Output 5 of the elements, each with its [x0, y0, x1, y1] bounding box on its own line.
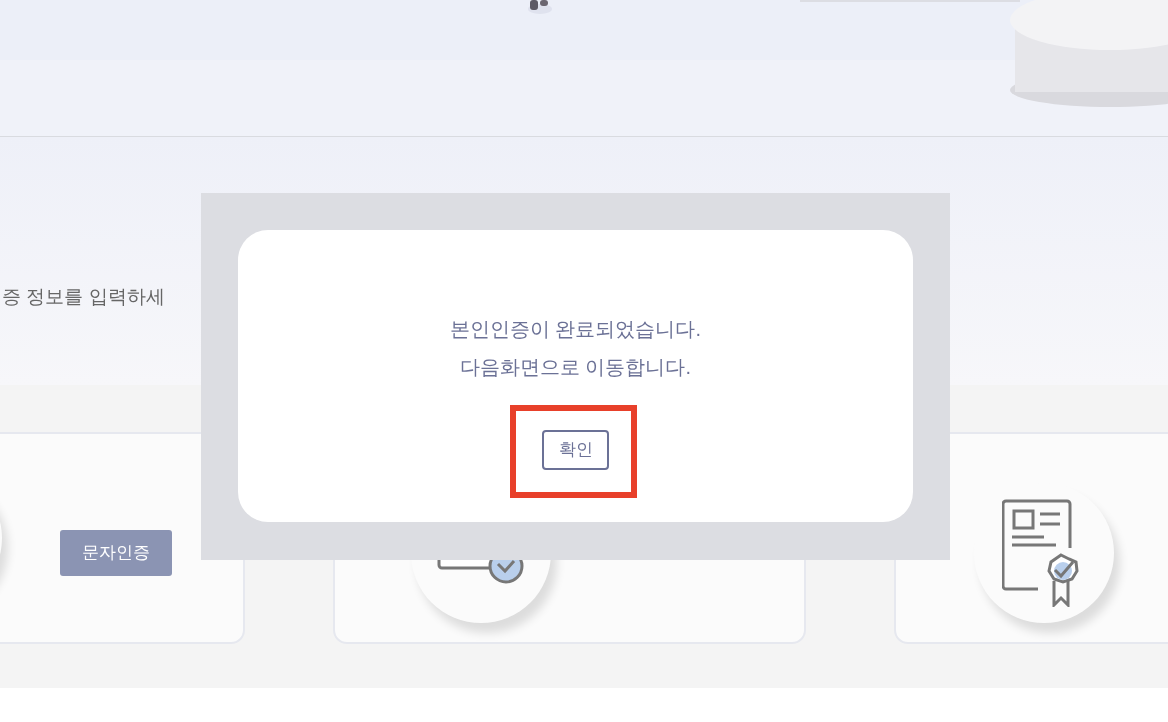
- instruction-text: 증 정보를 입력하세: [2, 285, 166, 309]
- sms-verify-button[interactable]: 문자인증: [60, 530, 172, 576]
- dialog-message: 본인인증이 완료되었습니다.: [449, 317, 702, 342]
- confirm-button[interactable]: 확인: [542, 430, 609, 470]
- dialog-message: 다음화면으로 이동합니다.: [459, 355, 692, 380]
